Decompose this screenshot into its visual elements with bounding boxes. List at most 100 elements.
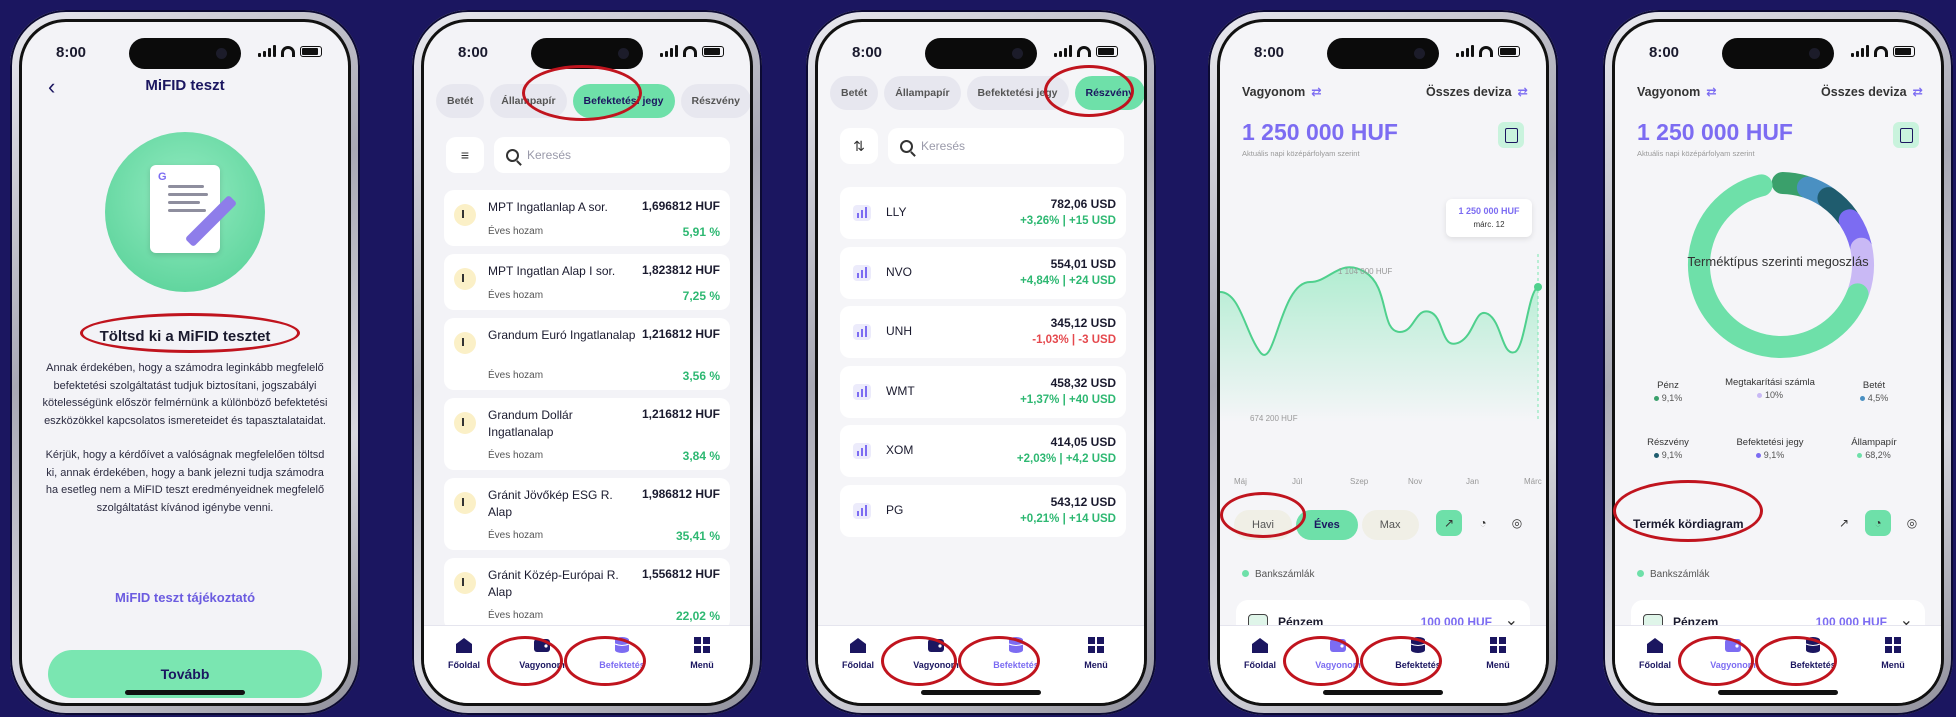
wallet-icon <box>928 639 944 652</box>
stock-row[interactable]: LLY 782,06 USD +3,26% | +15 USD <box>840 187 1126 239</box>
month-label: Máj <box>1234 477 1247 486</box>
battery-icon <box>1096 45 1118 57</box>
pie-chart-label: Termék kördiagram <box>1633 517 1744 531</box>
pie-chart-icon[interactable]: ◔ <box>1865 510 1891 536</box>
stock-row[interactable]: UNH 345,12 USD -1,03% | -3 USD <box>840 306 1126 358</box>
assets-header: Vagyonom ⇄ Összes deviza ⇄ <box>1242 84 1528 99</box>
stock-row[interactable]: WMT 458,32 USD +1,37% | +40 USD <box>840 365 1126 418</box>
swap-icon[interactable]: ⇄ <box>1311 85 1321 99</box>
fund-yield-label: Éves hozam <box>488 290 544 301</box>
fund-row[interactable]: MPT Ingatlan Alap I sor. 1,823812 HUF Éves… <box>444 254 730 310</box>
stock-row[interactable]: PG 543,12 USD +0,21% | +14 USD <box>840 484 1126 537</box>
tab-menu[interactable]: Menü <box>1863 636 1923 670</box>
fund-row[interactable]: Gránit Közép-Európai R. Alap 1,556812 HUF… <box>444 558 730 630</box>
period-monthly[interactable]: Havi <box>1234 510 1293 540</box>
status-bar: 8:00 <box>818 42 1144 64</box>
tab-invest[interactable]: Befektetés <box>1388 636 1448 670</box>
search-icon <box>506 148 519 162</box>
phone-funds: 8:00 Betét Állampapír Befektetési jegy R… <box>412 10 762 715</box>
tab-invest[interactable]: Befektetés <box>1783 636 1843 670</box>
tab-menu[interactable]: Menü <box>1468 636 1528 670</box>
tab-home[interactable]: Főoldal <box>434 636 494 670</box>
tab-assets[interactable]: Vagyonom <box>1308 636 1368 670</box>
filter-allampapir[interactable]: Állampapír <box>884 76 961 110</box>
swap-icon[interactable]: ⇄ <box>1706 85 1716 99</box>
fund-row[interactable]: MPT Ingatlanlap A sor. 1,696812 HUF Éves h… <box>444 190 730 246</box>
fund-yield: 22,02 % <box>675 609 720 623</box>
screen-stocks: 8:00 Betét Állampapír Befektetési jegy R… <box>815 19 1147 706</box>
month-label: Júl <box>1292 477 1303 486</box>
category-dot <box>1653 453 1659 458</box>
filter-allampapir[interactable]: Állampapír <box>490 84 567 118</box>
fund-name: Grandum Euró Ingatlanalap <box>488 328 636 342</box>
line-chart-icon[interactable]: ↗ <box>1436 510 1462 536</box>
filter-befektetesi-jegy[interactable]: Befektetési jegy <box>572 84 675 118</box>
pie-chart-icon[interactable]: ◔ <box>1470 510 1496 536</box>
filter-reszveny[interactable]: Részvény <box>680 84 750 118</box>
search-input[interactable]: Keresés <box>888 128 1124 164</box>
fund-price: 1,823812 HUF <box>641 263 720 277</box>
status-time: 8:00 <box>56 44 87 61</box>
fund-price: 1,986812 HUF <box>641 487 720 501</box>
tab-menu[interactable]: Menü <box>1066 636 1126 670</box>
filter-befektetesi-jegy[interactable]: Befektetési jegy <box>966 76 1069 110</box>
report-icon[interactable] <box>1893 122 1919 148</box>
stock-price: 554,01 USD <box>1050 256 1116 271</box>
stock-row[interactable]: NVO 554,01 USD +4,84% | +24 USD <box>840 246 1126 299</box>
status-time: 8:00 <box>458 44 489 61</box>
tab-assets[interactable]: Vagyonom <box>512 636 572 670</box>
stock-row[interactable]: XOM 414,05 USD +2,03% | +4,2 USD <box>840 425 1126 477</box>
currency-selector[interactable]: Összes deviza <box>1821 85 1906 99</box>
month-label: Nov <box>1408 477 1423 486</box>
status-time: 8:00 <box>852 44 883 61</box>
fund-coin-icon <box>454 268 476 290</box>
filter-reszveny[interactable]: Részvény <box>1074 76 1144 110</box>
mifid-info-link[interactable]: MiFID teszt tájékoztató <box>22 590 348 605</box>
search-input[interactable]: Keresés <box>494 137 730 173</box>
tab-home[interactable]: Főoldal <box>828 636 888 670</box>
mifid-description: Annak érdekében, hogy a számodra leginká… <box>42 360 328 517</box>
sort-icon[interactable]: ⇅ <box>840 128 878 164</box>
line-chart-icon[interactable]: ↗ <box>1831 510 1857 536</box>
mifid-heading: Töltsd ki a MiFID tesztet <box>99 328 271 345</box>
tooltip-value: 1 250 000 HUF <box>1458 206 1520 216</box>
phone-mifid: 8:00 ‹ MiFID teszt G Töltsd ki a MiFID t… <box>10 10 360 715</box>
currency-selector[interactable]: Összes deviza <box>1426 85 1511 99</box>
stock-chart-icon <box>853 205 871 221</box>
stock-price: 414,05 USD <box>1050 435 1116 449</box>
period-yearly[interactable]: Éves <box>1296 510 1358 540</box>
battery-icon <box>702 45 724 57</box>
category-percent: 9,1% <box>1661 393 1683 403</box>
tab-home[interactable]: Főoldal <box>1230 636 1290 670</box>
coins-icon[interactable]: ◎ <box>1504 510 1530 536</box>
stock-price: 345,12 USD <box>1050 316 1116 330</box>
category-dot <box>1857 453 1863 458</box>
month-label: Szep <box>1350 477 1369 486</box>
swap-icon[interactable]: ⇄ <box>1913 85 1923 99</box>
coins-icon[interactable]: ◎ <box>1899 510 1925 536</box>
tab-invest[interactable]: Befektetés <box>592 636 652 670</box>
category-percent: 4,5% <box>1867 393 1889 403</box>
wifi-icon <box>1077 45 1091 57</box>
tab-menu[interactable]: Menü <box>672 636 732 670</box>
filter-betet[interactable]: Betét <box>830 76 879 110</box>
fund-coin-icon <box>454 204 476 226</box>
fund-row[interactable]: Gránit Jövőkép ESG R. Alap 1,986812 HUF Év… <box>444 478 730 550</box>
tab-assets[interactable]: Vagyonom <box>906 636 966 670</box>
product-filter-pills: Betét Állampapír Befektetési jegy Részvé… <box>830 72 1144 114</box>
search-placeholder: Keresés <box>527 148 572 162</box>
report-icon[interactable] <box>1498 122 1524 148</box>
stock-ticker: NVO <box>886 264 913 279</box>
tab-home[interactable]: Főoldal <box>1625 636 1685 670</box>
screen-assets-donut: 8:00 Vagyonom ⇄ Összes deviza ⇄ 1 250 000 … <box>1612 19 1944 706</box>
fund-row[interactable]: Grandum Dollár Ingatlanalap 1,216812 HUF É… <box>444 398 730 470</box>
swap-icon[interactable]: ⇄ <box>1518 85 1528 99</box>
filter-icon[interactable]: ≡ <box>446 137 484 173</box>
fund-name: Gránit Jövőkép ESG R. Alap <box>488 488 613 519</box>
period-max[interactable]: Max <box>1361 510 1419 540</box>
filter-betet[interactable]: Betét <box>436 84 485 118</box>
tab-assets[interactable]: Vagyonom <box>1703 636 1763 670</box>
fund-row[interactable]: Grandum Euró Ingatlanalap 1,216812 HUF Éve… <box>444 318 730 390</box>
tab-invest[interactable]: Befektetés <box>986 636 1046 670</box>
category-percent: 68,2% <box>1865 450 1891 460</box>
